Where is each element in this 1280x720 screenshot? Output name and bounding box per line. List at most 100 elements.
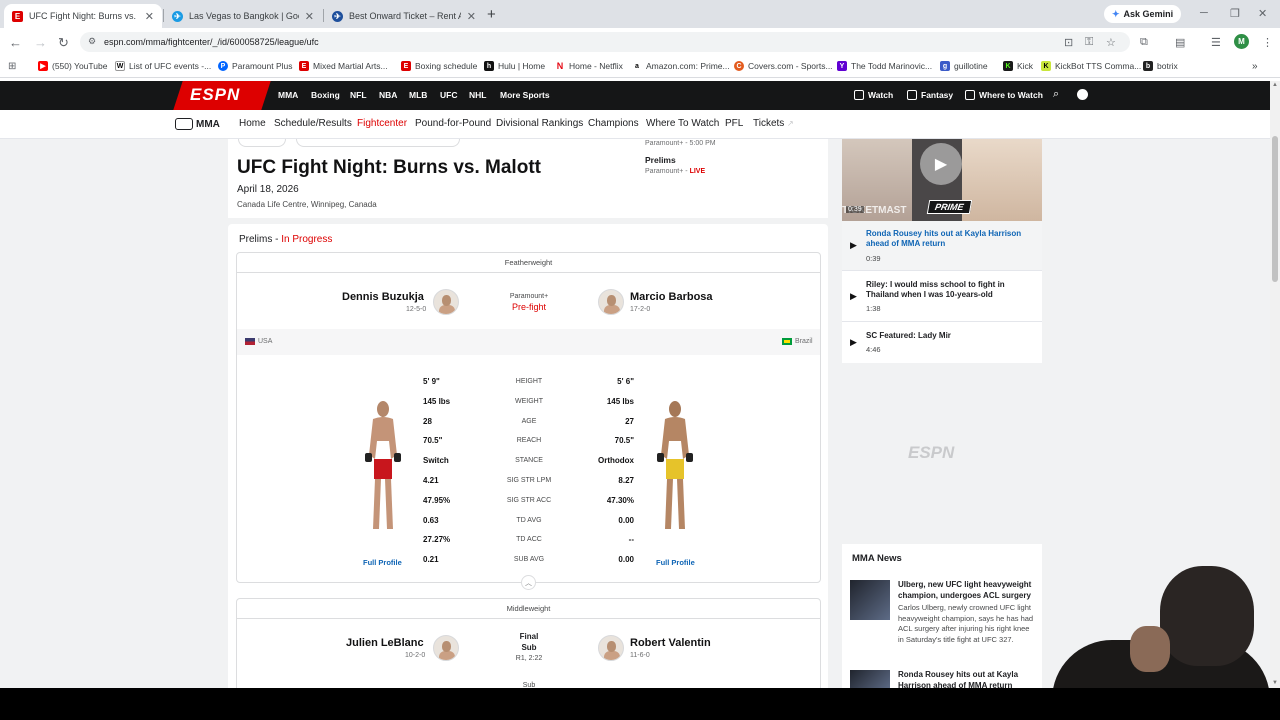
fight-matchup-card[interactable]: Featherweight Dennis Buzukja 12-5-0 Para… [236,252,821,590]
video-play-icon[interactable]: ▶ [920,143,962,185]
fighter-right-name[interactable]: Marcio Barbosa [630,291,713,303]
bookmark-paramount[interactable]: P Paramount Plus [218,61,292,71]
bookmark-mma-wiki[interactable]: E Mixed Martial Arts... [299,61,388,71]
prelims-broadcast: Paramount+ - LIVE [645,168,706,175]
install-app-icon[interactable]: ⊡ [1064,36,1073,49]
bookmark-botrix[interactable]: b botrix [1143,61,1178,71]
play-icon: ▶ [850,291,857,301]
nav-nba[interactable]: NBA [379,90,397,100]
nav-nhl[interactable]: NHL [469,90,486,100]
bookmark-star-icon[interactable]: ☆ [1106,36,1116,49]
new-tab-plus-icon[interactable]: + [487,6,496,23]
playlist-item[interactable]: ▶ Ronda Rousey hits out at Kayla Harriso… [842,221,1042,271]
extensions-icon[interactable]: ⧉ [1140,36,1148,49]
subnav-tickets[interactable]: Tickets [753,118,784,129]
fight-matchup-card[interactable]: Middleweight Julien LeBlanc 10-2-0 Final… [236,598,821,693]
nav-mlb[interactable]: MLB [409,90,427,100]
search-icon[interactable]: ⌕ [1053,88,1059,101]
main-card-broadcast: Paramount+ - 5:00 PM [645,140,716,147]
bookmark-kick[interactable]: K Kick [1003,61,1033,71]
news-thumbnail[interactable] [850,670,890,690]
fighter-right-full-profile-link[interactable]: Full Profile [656,558,695,567]
url-text[interactable]: espn.com/mma/fightcenter/_/id/600058725/… [104,37,319,47]
bookmark-netflix[interactable]: N Home - Netflix [555,61,623,71]
espn-favicon-icon: E [12,10,23,22]
subnav-schedule-results[interactable]: Schedule/Results [274,118,352,129]
back-arrow-icon[interactable]: ← [9,35,22,50]
espn-logo[interactable]: ESPN [190,85,240,105]
fighter-left-body-image [365,401,401,529]
collapse-chevron-icon[interactable]: ︿ [521,575,536,590]
playlist-item[interactable]: ▶ Riley: I would miss school to fight in… [842,271,1042,322]
close-tab-icon[interactable]: ✕ [467,10,476,23]
bookmark-youtube[interactable]: ▶ (550) YouTube [38,61,107,71]
nav-more-sports[interactable]: More Sports [500,90,550,100]
botrix-icon: b [1143,61,1153,71]
fighter-left-name[interactable]: Julien LeBlanc [346,637,424,649]
scrollbar-thumb[interactable] [1272,136,1278,282]
fighter-right-name[interactable]: Robert Valentin [630,637,711,649]
news-headline[interactable]: Ulberg, new UFC light heavyweight champi… [898,580,1036,601]
close-window-icon[interactable]: ✕ [1258,7,1267,20]
more-bookmarks-icon[interactable]: » [1252,61,1258,72]
tab-ufc-fight-night[interactable]: E UFC Fight Night: Burns vs. Malott ✕ [4,4,162,28]
subnav-fightcenter[interactable]: Fightcenter [357,118,407,129]
subnav-where-to-watch[interactable]: Where To Watch [646,118,719,129]
fighter-left-avatar[interactable] [433,635,459,661]
tab-search-icon[interactable]: ☰ [1211,36,1221,49]
tab-google-flights[interactable]: ✈ Las Vegas to Bangkok | Google ✕ [164,4,322,28]
where-to-watch-link[interactable]: Where to Watch [965,90,1043,100]
tab-onward-ticket[interactable]: ✈ Best Onward Ticket – Rent A Pl ✕ [324,4,484,28]
tab-divider [163,9,164,22]
fighter-right-avatar[interactable] [598,635,624,661]
fighter-left-avatar[interactable] [433,289,459,315]
nav-mma[interactable]: MMA [278,90,298,100]
subnav-champions[interactable]: Champions [588,118,639,129]
bookmark-todd-marinovich[interactable]: Y The Todd Marinovic... [837,61,932,71]
mma-section-logo[interactable]: MMA [175,118,220,130]
bookmark-covers[interactable]: C Covers.com - Sports... [734,61,833,71]
bookmark-boxing[interactable]: E Boxing schedule [401,61,477,71]
ask-gemini-button[interactable]: ✦ Ask Gemini [1104,5,1182,23]
media-icon[interactable]: ▤ [1175,36,1185,49]
event-dropdown[interactable] [238,139,286,147]
ticket-favicon-icon: ✈ [332,10,343,22]
playlist-item[interactable]: ▶ SC Featured: Lady Mir 4:46 [842,322,1042,363]
subnav-home[interactable]: Home [239,118,266,129]
event-selector[interactable] [296,139,460,147]
password-key-icon[interactable]: ⚿ [1085,36,1093,49]
subnav-pfl[interactable]: PFL [725,118,743,129]
profile-avatar[interactable]: M [1234,34,1249,49]
watch-link[interactable]: Watch [854,90,893,100]
subnav-divisional-rankings[interactable]: Divisional Rankings [496,118,583,129]
user-account-icon[interactable] [1077,89,1088,100]
external-link-icon: ↗ [787,119,794,128]
minimize-icon[interactable]: ─ [1200,7,1208,19]
bookmark-kickbot[interactable]: K KickBot TTS Comma... [1041,61,1141,71]
chrome-menu-icon[interactable]: ⋮ [1262,36,1273,49]
bookmark-amazon[interactable]: a Amazon.com: Prime... [632,61,730,71]
apps-grid-icon[interactable]: ⊞ [8,61,16,72]
fantasy-link[interactable]: Fantasy [907,90,953,100]
site-info-icon[interactable]: ⚙ [88,36,96,47]
close-tab-icon[interactable]: ✕ [305,10,314,23]
fight-round-time: R1, 2:22 [515,655,543,662]
restore-icon[interactable]: ❐ [1230,7,1240,20]
live-badge: LIVE [689,168,706,175]
fighter-left-name[interactable]: Dennis Buzukja [342,291,424,303]
nav-boxing[interactable]: Boxing [311,90,340,100]
nav-ufc[interactable]: UFC [440,90,457,100]
subnav-pound-for-pound[interactable]: Pound-for-Pound [415,118,491,129]
bookmark-ufc-events[interactable]: W List of UFC events -... [115,61,211,71]
scroll-up-arrow-icon[interactable]: ▲ [1272,82,1278,88]
fighter-right-avatar[interactable] [598,289,624,315]
news-thumbnail[interactable] [850,580,890,620]
close-tab-icon[interactable]: ✕ [145,10,154,23]
scroll-down-arrow-icon[interactable]: ▼ [1272,680,1278,686]
forward-arrow-icon[interactable]: → [34,35,47,50]
reload-icon[interactable]: ↻ [58,35,69,51]
bookmark-hulu[interactable]: h Hulu | Home [484,61,545,71]
bookmark-guillotine[interactable]: g guillotine [940,61,988,71]
nav-nfl[interactable]: NFL [350,90,367,100]
fighter-left-full-profile-link[interactable]: Full Profile [363,558,402,567]
